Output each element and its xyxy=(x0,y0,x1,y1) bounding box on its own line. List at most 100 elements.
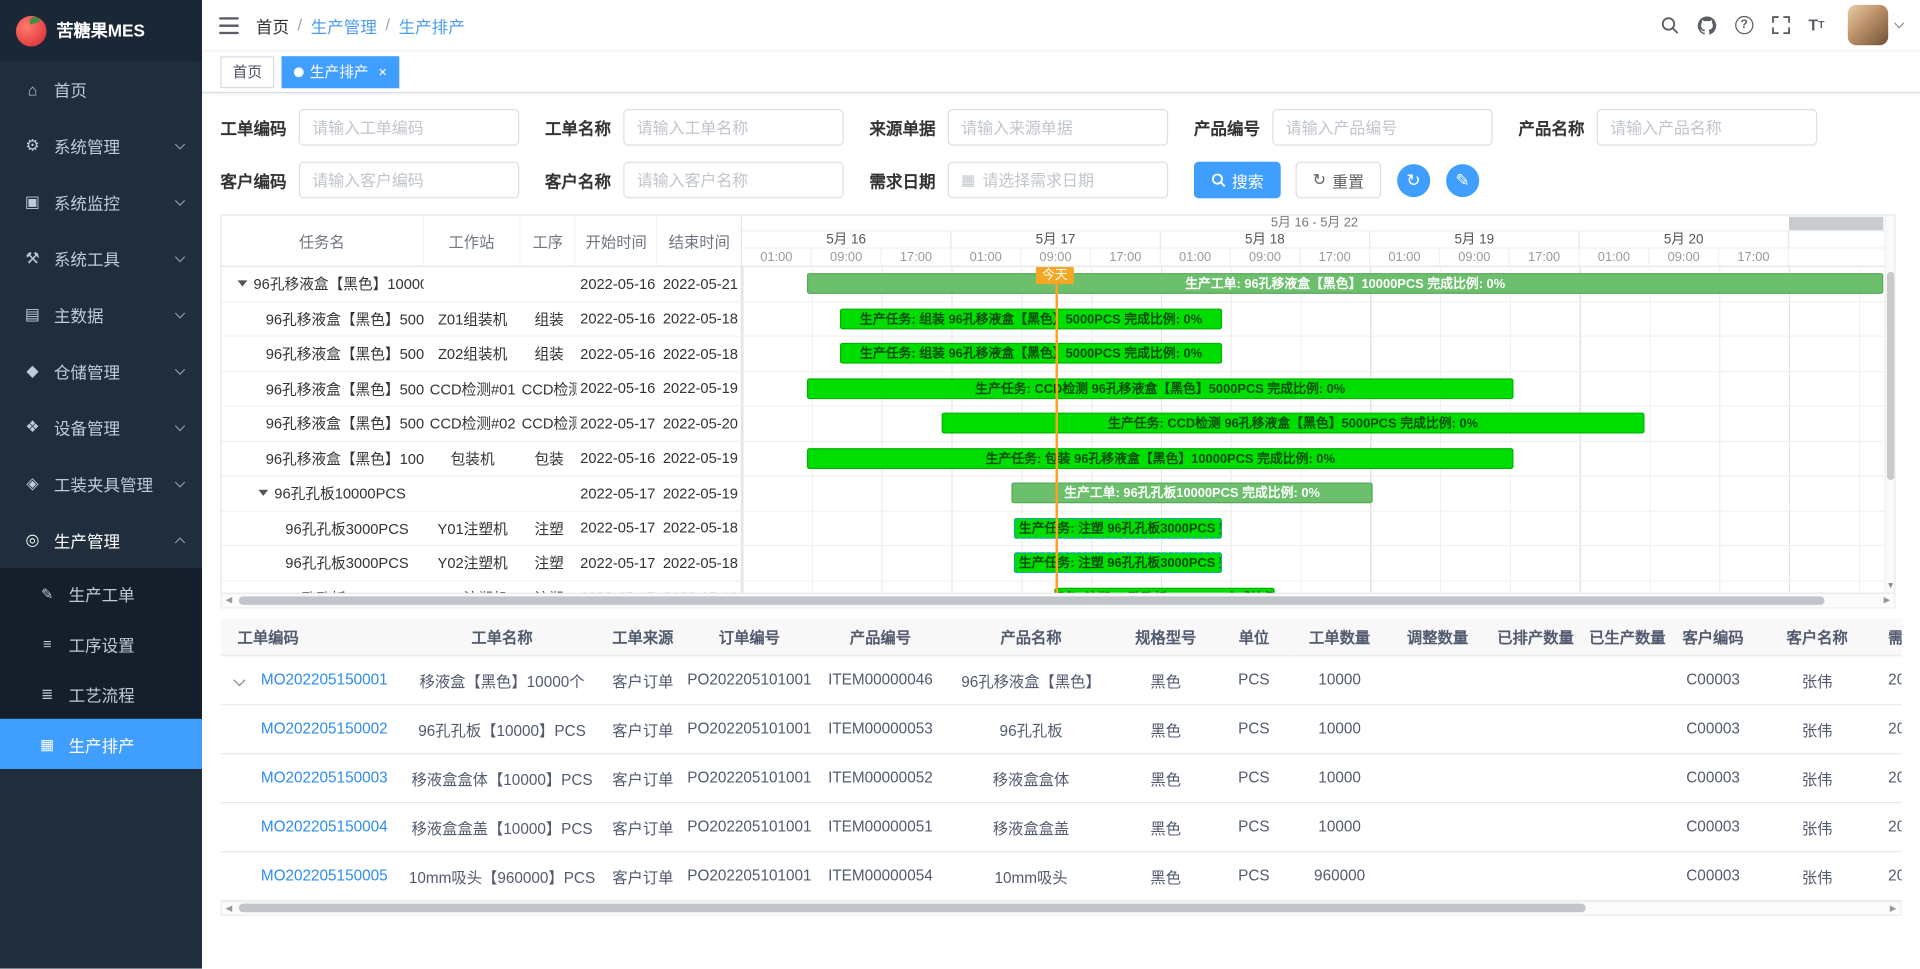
breadcrumb-separator: / xyxy=(298,16,303,34)
table-cell: C00003 xyxy=(1670,802,1756,851)
filter-label: 来源单据 xyxy=(869,115,935,139)
reset-button[interactable]: ↻ 重置 xyxy=(1296,162,1382,199)
sidebar-subitem[interactable]: ▦生产排产 xyxy=(0,719,202,769)
filter-input[interactable] xyxy=(1286,118,1479,136)
search-button[interactable]: 搜索 xyxy=(1194,162,1281,199)
scroll-down-arrow-icon[interactable]: ▼ xyxy=(1886,582,1896,592)
question-icon[interactable]: ? xyxy=(1735,16,1753,34)
table-horizontal-scrollbar[interactable]: ◀ ▶ xyxy=(220,901,1901,916)
breadcrumb-item[interactable]: 生产排产 xyxy=(399,13,465,37)
task-name-cell: 96孔移液盒【黑色】10000PCS xyxy=(222,273,424,294)
tab-active-dot-icon xyxy=(294,67,304,77)
scroll-left-arrow-icon[interactable]: ◀ xyxy=(222,594,237,607)
sidebar-item[interactable]: ▤主数据 xyxy=(0,287,202,343)
filter-input[interactable] xyxy=(312,171,505,189)
font-size-icon[interactable]: TT xyxy=(1808,17,1824,33)
filter-row-2: 客户编码客户名称需求日期▦ 搜索 ↻ 重置 ↻ ✎ xyxy=(220,162,1901,199)
filter-label: 工单编码 xyxy=(220,115,286,139)
search-icon[interactable] xyxy=(1660,16,1678,34)
task-name-cell: 96孔移液盒【黑色】5000PCS xyxy=(222,308,424,329)
hamburger-icon[interactable] xyxy=(219,17,239,34)
work-order-bar[interactable]: 生产工单: 96孔移液盒【黑色】10000PCS 完成比例: 0% xyxy=(807,273,1883,294)
table-cell xyxy=(1487,851,1585,900)
sidebar-item[interactable]: ⌂首页 xyxy=(0,61,202,117)
sidebar-subitem[interactable]: ≣工艺流程 xyxy=(0,669,202,719)
vertical-scroll-thumb[interactable] xyxy=(1887,272,1894,480)
gantt-panel: 任务名工作站工序开始时间结束时间 96孔移液盒【黑色】10000PCS2022-… xyxy=(220,214,1895,594)
filter-input[interactable] xyxy=(982,171,1154,189)
filter-input[interactable] xyxy=(637,171,830,189)
app-logo[interactable]: 苦糖果MES xyxy=(0,0,202,61)
sidebar-item[interactable]: ◎生产管理 xyxy=(0,512,202,568)
expand-caret-icon[interactable] xyxy=(258,490,268,496)
production-task-bar[interactable]: 生产任务: 组装 96孔移液盒【黑色】5000PCS 完成比例: 0% xyxy=(840,343,1222,364)
sidebar-item[interactable]: ❖设备管理 xyxy=(0,399,202,455)
tab-active[interactable]: 生产排产× xyxy=(282,56,400,88)
production-task-bar[interactable]: 生产任务: 注塑 96孔孔板3000PCS 完成比例: 0% xyxy=(1054,587,1274,593)
sidebar-item[interactable]: ◈工装夹具管理 xyxy=(0,456,202,512)
production-task-bar[interactable]: 生产任务: 组装 96孔移液盒【黑色】5000PCS 完成比例: 0% xyxy=(840,308,1222,329)
fullscreen-icon[interactable] xyxy=(1772,16,1790,34)
production-task-bar[interactable]: 生产任务: 注塑 96孔孔板3000PCS 完成比例: 0% xyxy=(1014,517,1222,538)
scroll-right-arrow-icon[interactable]: ▶ xyxy=(1880,594,1895,607)
today-marker-line xyxy=(1056,267,1058,593)
gantt-vertical-scrollbar[interactable]: ▼ xyxy=(1885,216,1895,593)
order-code-link[interactable]: MO202205150004 xyxy=(261,818,388,835)
table-cell: 张伟 xyxy=(1756,655,1878,704)
scheduling-icon: ▦ xyxy=(37,735,58,752)
sidebar-subitem[interactable]: ✎生产工单 xyxy=(0,568,202,618)
scroll-left-arrow-icon[interactable]: ◀ xyxy=(222,902,237,915)
gantt-column-header: 任务名 xyxy=(222,216,424,266)
gantt-hour-label: 17:00 xyxy=(882,249,952,266)
filter-label: 产品名称 xyxy=(1518,115,1584,139)
sidebar-item[interactable]: ⚙系统管理 xyxy=(0,118,202,174)
tab-close-icon[interactable]: × xyxy=(378,64,387,79)
filter-field: 产品名称 xyxy=(1518,109,1817,146)
gantt-hour-label: 01:00 xyxy=(1161,249,1231,266)
start-time-cell: 2022-05-16 xyxy=(577,345,659,362)
production-task-bar[interactable]: 生产任务: 注塑 96孔孔板3000PCS 完成比例: 0% xyxy=(1014,552,1222,573)
row-expand-caret-icon[interactable] xyxy=(233,674,245,686)
order-code-link[interactable]: MO202205150003 xyxy=(261,769,388,786)
table-cell: PO202205101001 xyxy=(686,851,813,900)
gantt-column-header: 结束时间 xyxy=(658,216,741,266)
filter-input[interactable] xyxy=(961,118,1154,136)
sidebar-item[interactable]: ⚒系统工具 xyxy=(0,230,202,286)
user-menu[interactable] xyxy=(1848,5,1903,45)
process-setup-icon: ≡ xyxy=(37,635,58,652)
filter-field: 工单名称 xyxy=(545,109,844,146)
tab-item[interactable]: 首页 xyxy=(220,56,274,88)
orders-column-header: 订单编号 xyxy=(686,618,813,655)
order-code-link[interactable]: MO202205150001 xyxy=(261,671,388,688)
sidebar-item[interactable]: ◆仓储管理 xyxy=(0,343,202,399)
production-task-bar[interactable]: 生产任务: CCD检测 96孔移液盒【黑色】5000PCS 完成比例: 0% xyxy=(942,413,1645,434)
gantt-hour-label: 17:00 xyxy=(1510,249,1580,266)
github-icon[interactable] xyxy=(1697,15,1717,35)
breadcrumb-item[interactable]: 首页 xyxy=(256,13,289,37)
sidebar-item-label: 系统工具 xyxy=(54,246,176,270)
workstation-cell: 包装机 xyxy=(424,448,522,469)
production-task-bar[interactable]: 生产任务: CCD检测 96孔移液盒【黑色】5000PCS 完成比例: 0% xyxy=(807,378,1514,399)
expand-caret-icon[interactable] xyxy=(238,281,248,287)
horizontal-scroll-thumb[interactable] xyxy=(239,904,1586,913)
gantt-horizontal-scrollbar[interactable]: ◀ ▶ xyxy=(220,594,1895,609)
workstation-cell: Z01组装机 xyxy=(424,308,522,329)
filter-input[interactable] xyxy=(1610,118,1803,136)
order-code-link[interactable]: MO202205150002 xyxy=(261,720,388,737)
sidebar-subitem[interactable]: ≡工序设置 xyxy=(0,618,202,668)
refresh-round-button[interactable]: ↻ xyxy=(1397,163,1430,196)
horizontal-scroll-thumb[interactable] xyxy=(239,596,1825,605)
filter-input[interactable] xyxy=(312,118,505,136)
edit-round-button[interactable]: ✎ xyxy=(1446,163,1479,196)
production-task-bar[interactable]: 生产任务: 包装 96孔移液盒【黑色】10000PCS 完成比例: 0% xyxy=(807,448,1514,469)
breadcrumb-item[interactable]: 生产管理 xyxy=(311,13,377,37)
filter-input[interactable] xyxy=(637,118,830,136)
gantt-chart-row: 生产工单: 96孔孔板10000PCS 完成比例: 0% xyxy=(742,476,1887,511)
scroll-right-arrow-icon[interactable]: ▶ xyxy=(1886,902,1901,915)
sidebar-item[interactable]: ▣系统监控 xyxy=(0,174,202,230)
gantt-hour-label: 17:00 xyxy=(1091,249,1161,266)
work-order-bar[interactable]: 生产工单: 96孔孔板10000PCS 完成比例: 0% xyxy=(1011,482,1372,503)
table-cell: PO202205101001 xyxy=(686,753,813,802)
order-code-link[interactable]: MO202205150005 xyxy=(261,867,388,884)
gantt-task-row: 96孔移液盒【黑色】10000PCS包装机包装2022-05-162022-05… xyxy=(222,441,741,476)
